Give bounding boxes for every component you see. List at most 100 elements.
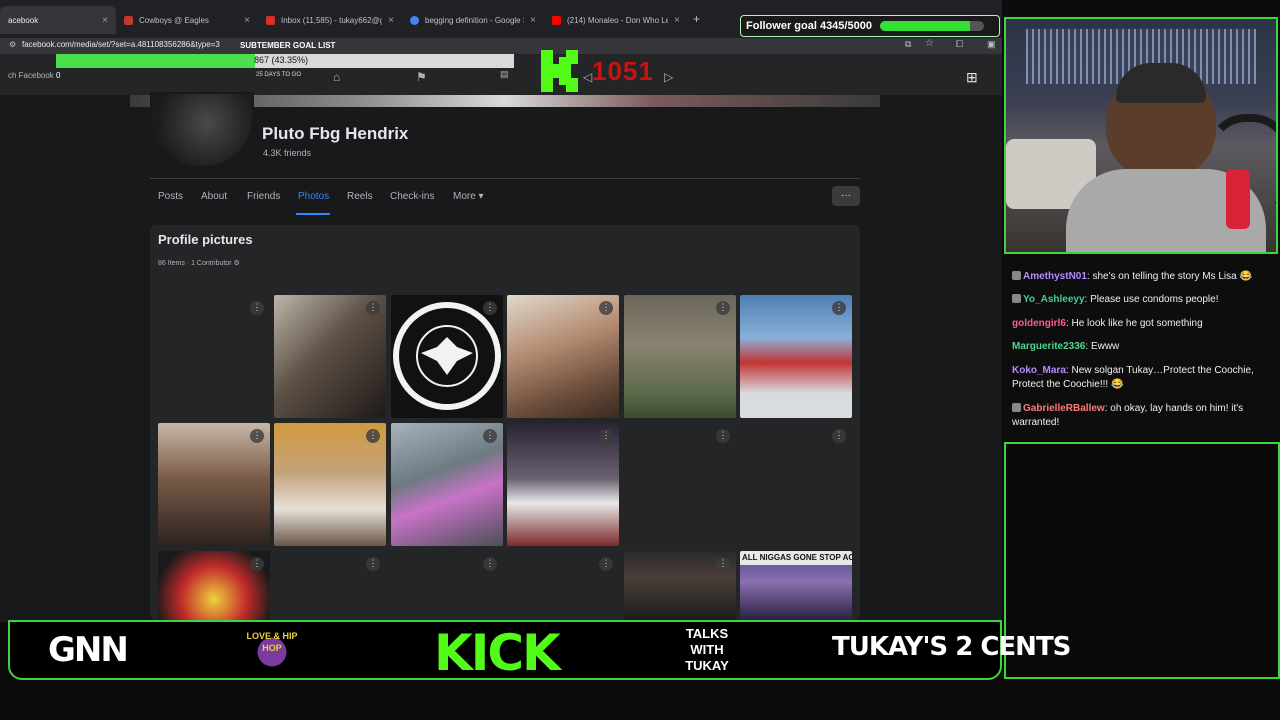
tab-facebook[interactable]: acebook × — [0, 6, 116, 34]
chat-username[interactable]: Marguerite2336 — [1012, 341, 1085, 352]
extensions-icon[interactable]: ⧠ — [956, 39, 963, 50]
photo-options-icon[interactable]: ⋮ — [716, 557, 730, 571]
photo-tile[interactable]: ⋮ — [507, 551, 619, 620]
photo-options-icon[interactable]: ⋮ — [832, 429, 846, 443]
photo-options-icon[interactable]: ⋮ — [716, 429, 730, 443]
close-icon[interactable]: × — [388, 15, 394, 26]
chat-username[interactable]: AmethystN01 — [1023, 271, 1087, 282]
tab-reels[interactable]: Reels — [347, 191, 373, 202]
follower-goal-progress-fill — [880, 21, 971, 31]
chat-username[interactable]: GabrielleRBallew — [1023, 403, 1105, 414]
photo-tile[interactable]: ⋮ — [274, 295, 386, 418]
chat-text: Ewww — [1090, 341, 1120, 352]
photo-options-icon[interactable]: ⋮ — [483, 301, 497, 315]
chat-message: Yo_Ashleeyy: Please use condoms people! — [1012, 293, 1274, 307]
sub-goal-start-value: 0 — [56, 71, 61, 80]
photo-options-icon[interactable]: ⋮ — [483, 429, 497, 443]
sub-goal-title: SUBTEMBER GOAL LIST — [240, 41, 336, 50]
close-icon[interactable]: × — [674, 15, 680, 26]
sub-goal-days-left: 25 DAYS TO GO — [256, 72, 302, 78]
photo-options-icon[interactable]: ⋮ — [716, 301, 730, 315]
photo-tile[interactable]: ⋮ — [158, 423, 270, 546]
active-tab-indicator — [296, 213, 330, 215]
photo-tile[interactable]: ⋮ — [391, 551, 503, 620]
webcam-headset — [1206, 114, 1276, 220]
photo-options-icon[interactable]: ⋮ — [599, 557, 613, 571]
webcam-feed — [1004, 17, 1278, 254]
close-icon[interactable]: × — [102, 15, 108, 26]
gaming-icon[interactable]: ▤ — [500, 69, 509, 80]
url-text[interactable]: facebook.com/media/set/?set=a.4811083562… — [22, 40, 220, 49]
more-options-button[interactable]: ··· — [832, 186, 860, 206]
photo-tile[interactable]: ⋮ — [274, 551, 386, 620]
divider — [150, 178, 860, 179]
photo-options-icon[interactable]: ⋮ — [483, 557, 497, 571]
photo-tile[interactable]: ALL NIGGAS GONE STOP ACTIN — [740, 551, 852, 620]
tab-youtube[interactable]: (214) Monaleo - Don Who Le × — [544, 8, 688, 32]
chat-username[interactable]: Koko_Mara — [1012, 365, 1066, 376]
tab-label: Cowboys @ Eagles — [139, 15, 209, 25]
tab-check-ins[interactable]: Check-ins — [390, 191, 434, 202]
sidepanel-icon[interactable]: ▣ — [987, 39, 996, 50]
close-icon[interactable]: × — [530, 15, 536, 26]
photo-options-icon[interactable]: ⋮ — [366, 557, 380, 571]
photo-tile[interactable]: ⋮ — [740, 423, 852, 546]
photo-tile[interactable]: ⋮ — [507, 423, 619, 546]
chat-text: He look like he got something — [1071, 318, 1203, 329]
google-icon — [410, 15, 419, 25]
photo-tile[interactable]: ⋮ — [274, 423, 386, 546]
photo-tile[interactable]: ⋮ — [740, 295, 852, 418]
photo-options-icon[interactable]: ⋮ — [599, 429, 613, 443]
photo-tile[interactable]: ⋮ — [391, 423, 503, 546]
photo-tile[interactable]: ⋮ — [624, 423, 736, 546]
photo-tile[interactable]: ⋮ — [624, 551, 736, 620]
chat-username[interactable]: goldengirl6 — [1012, 318, 1066, 329]
megaphone-icon[interactable]: ◁ — [583, 70, 592, 84]
photo-caption: ALL NIGGAS GONE STOP ACTIN — [742, 553, 852, 562]
photo-tile[interactable]: ⋮ — [158, 551, 270, 620]
cast-icon[interactable]: ⧉ — [905, 39, 911, 50]
photo-options-icon[interactable]: ⋮ — [832, 301, 846, 315]
tab-more[interactable]: More ▾ — [453, 191, 484, 202]
photo-options-icon[interactable]: ⋮ — [250, 301, 264, 315]
tab-cowboys-eagles[interactable]: Cowboys @ Eagles × — [116, 8, 258, 32]
menu-grid-icon[interactable]: ⊞ — [966, 69, 978, 86]
chat-username[interactable]: Yo_Ashleeyy — [1023, 294, 1085, 305]
youtube-icon — [552, 15, 561, 25]
tab-friends[interactable]: Friends — [247, 191, 280, 202]
tab-label: acebook — [8, 15, 39, 25]
tab-about[interactable]: About — [201, 191, 227, 202]
photo-tile[interactable]: ⋮ — [624, 295, 736, 418]
new-tab-button[interactable]: + — [693, 12, 700, 26]
tab-posts[interactable]: Posts — [158, 191, 183, 202]
photo-options-icon[interactable]: ⋮ — [366, 301, 380, 315]
profile-friends-count[interactable]: 4.3K friends — [263, 148, 311, 158]
photo-tile[interactable]: ⋮ — [158, 295, 270, 418]
profile-name[interactable]: Pluto Fbg Hendrix — [262, 124, 408, 144]
gmail-icon — [266, 15, 275, 25]
star-icon[interactable]: ☆ — [925, 38, 934, 49]
tab-inbox[interactable]: Inbox (11,585) - tukay662@g × — [258, 8, 402, 32]
video-icon[interactable]: ▷ — [664, 70, 673, 84]
facebook-search-input[interactable]: ch Facebook — [8, 71, 54, 80]
gnn-logo: GNN — [48, 630, 129, 670]
tab-google-search[interactable]: begging definition - Google S × — [402, 8, 544, 32]
photo-tile[interactable]: ⋮ — [391, 295, 503, 418]
home-icon[interactable]: ⌂ — [333, 70, 340, 84]
chat-badge-icon — [1012, 403, 1021, 412]
tab-label: (214) Monaleo - Don Who Le — [567, 15, 669, 25]
kick-logo-icon — [541, 50, 578, 92]
photo-options-icon[interactable]: ⋮ — [366, 429, 380, 443]
sub-goal-progress-fill — [56, 54, 255, 68]
flag-icon[interactable]: ⚑ — [416, 70, 427, 84]
tukays-2-cents-logo: TUKAY'S 2 CENTS — [832, 632, 1071, 662]
photo-options-icon[interactable]: ⋮ — [250, 429, 264, 443]
close-icon[interactable]: × — [244, 15, 250, 26]
photo-options-icon[interactable]: ⋮ — [599, 301, 613, 315]
album-meta[interactable]: 86 Items · 1 Contributor ⚙ — [158, 259, 240, 267]
photo-options-icon[interactable]: ⋮ — [250, 557, 264, 571]
photo-tile[interactable]: ⋮ — [507, 295, 619, 418]
tab-label: Inbox (11,585) - tukay662@g — [281, 15, 383, 25]
tab-photos[interactable]: Photos — [298, 191, 329, 202]
tune-icon[interactable]: ⚙ — [9, 40, 16, 49]
